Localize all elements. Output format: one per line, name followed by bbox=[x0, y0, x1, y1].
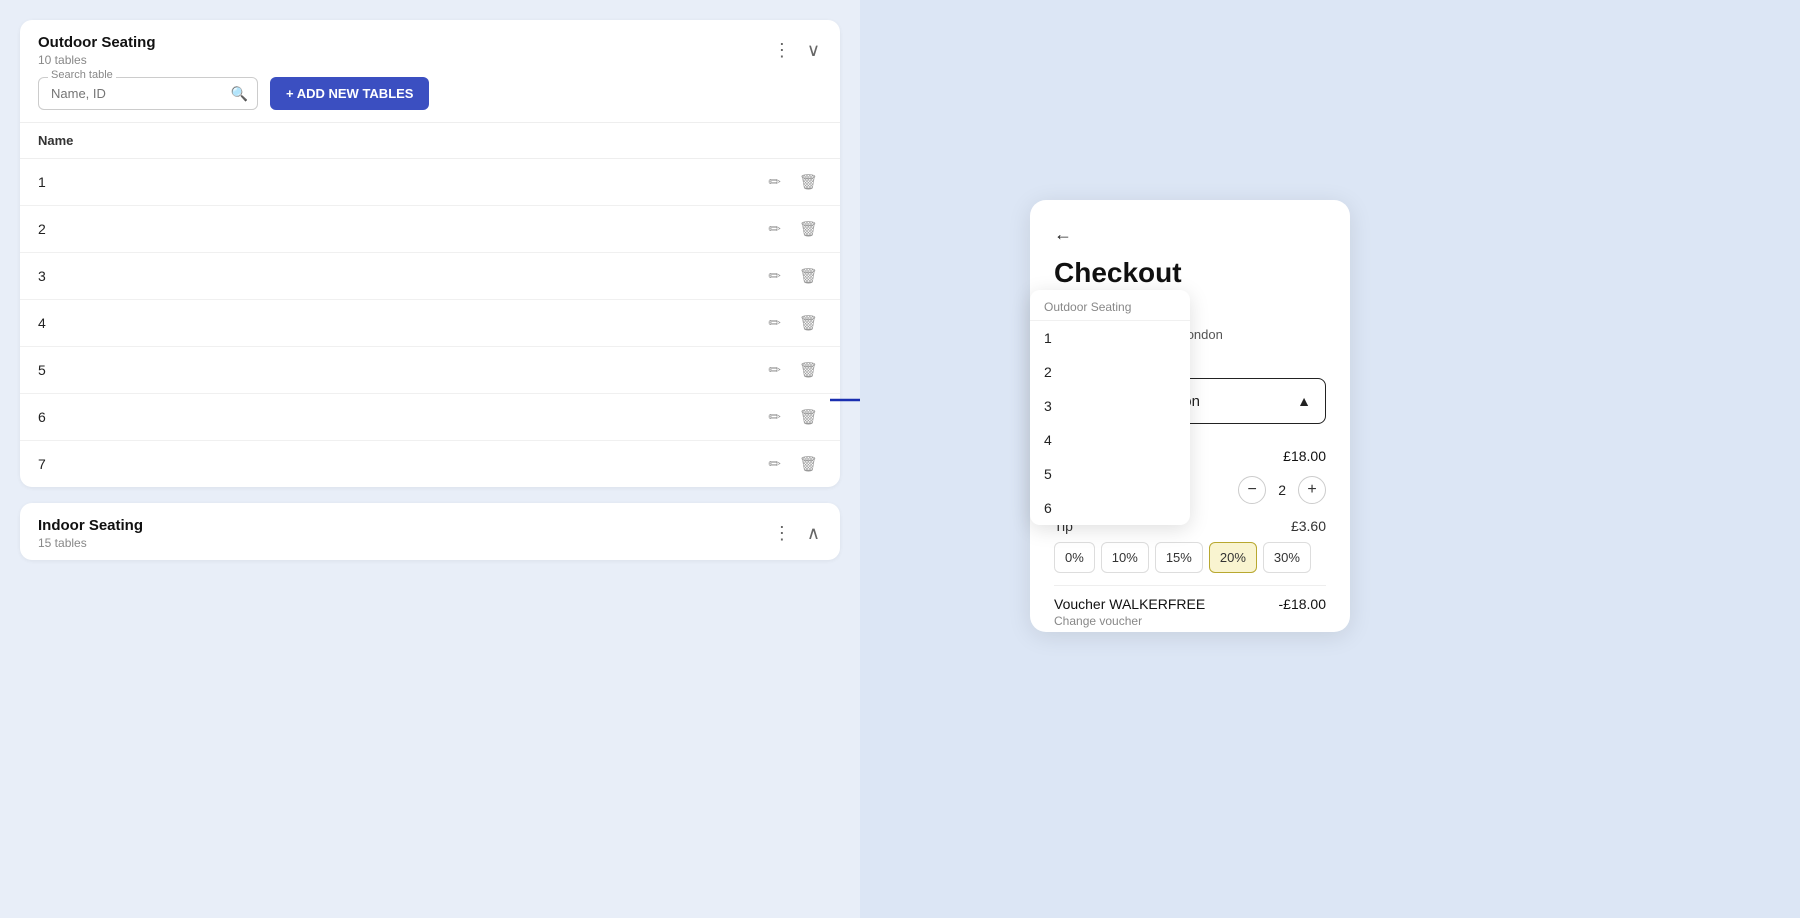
left-panel: Outdoor Seating 10 tables ⋮ ∨ Search tab… bbox=[0, 0, 860, 918]
delete-table-button[interactable]: 🗑 bbox=[795, 453, 822, 475]
tip-option-button[interactable]: 15% bbox=[1155, 542, 1203, 573]
search-wrapper: Search table 🔍 bbox=[38, 77, 258, 110]
table-row: 5 ✏ 🗑 bbox=[20, 347, 840, 394]
outdoor-section-actions: ⋮ ∨ bbox=[771, 38, 822, 63]
edit-table-button[interactable]: ✏ bbox=[764, 265, 785, 287]
tip-option-button[interactable]: 10% bbox=[1101, 542, 1149, 573]
outdoor-section-title: Outdoor Seating bbox=[38, 34, 156, 51]
delete-table-button[interactable]: 🗑 bbox=[795, 265, 822, 287]
dropdown-list: Outdoor Seating123456 bbox=[1030, 290, 1190, 525]
table-row-name: 6 bbox=[38, 409, 46, 425]
row-actions: ✏ 🗑 bbox=[764, 453, 822, 475]
voucher-amount: -£18.00 bbox=[1279, 596, 1326, 612]
tip-option-button[interactable]: 20% bbox=[1209, 542, 1257, 573]
tip-buttons: 0%10%15%20%30% bbox=[1054, 542, 1326, 585]
table-row-name: 1 bbox=[38, 174, 46, 190]
voucher-info: Voucher WALKERFREE Change voucher bbox=[1054, 596, 1205, 628]
outdoor-title-group: Outdoor Seating 10 tables bbox=[38, 34, 156, 67]
indoor-section-subtitle: 15 tables bbox=[38, 536, 143, 550]
table-body: 1 ✏ 🗑 2 ✏ 🗑 3 ✏ 🗑 4 ✏ 🗑 5 bbox=[20, 159, 840, 487]
delete-table-button[interactable]: 🗑 bbox=[795, 359, 822, 381]
back-button[interactable]: ← bbox=[1054, 224, 1072, 245]
indoor-section-actions: ⋮ ∧ bbox=[771, 521, 822, 546]
voucher-name: Voucher WALKERFREE bbox=[1054, 596, 1205, 612]
dropdown-item[interactable]: 4 bbox=[1030, 423, 1190, 457]
table-row-name: 5 bbox=[38, 362, 46, 378]
select-chevron-icon: ▲ bbox=[1297, 393, 1311, 409]
outdoor-section-header: Outdoor Seating 10 tables ⋮ ∨ bbox=[20, 20, 840, 77]
quantity-minus-button[interactable]: − bbox=[1238, 476, 1266, 504]
dropdown-item[interactable]: 3 bbox=[1030, 389, 1190, 423]
tip-value: £3.60 bbox=[1291, 518, 1326, 534]
outdoor-collapse-button[interactable]: ∨ bbox=[805, 38, 822, 63]
edit-table-button[interactable]: ✏ bbox=[764, 218, 785, 240]
table-row-name: 3 bbox=[38, 268, 46, 284]
delete-table-button[interactable]: 🗑 bbox=[795, 312, 822, 334]
indoor-seating-card: Indoor Seating 15 tables ⋮ ∧ bbox=[20, 503, 840, 560]
checkout-title: Checkout bbox=[1054, 257, 1326, 289]
dropdown-item[interactable]: 6 bbox=[1030, 491, 1190, 525]
table-row: 2 ✏ 🗑 bbox=[20, 206, 840, 253]
table-row: 7 ✏ 🗑 bbox=[20, 441, 840, 487]
search-area: Search table 🔍 + ADD NEW TABLES bbox=[20, 77, 840, 122]
table-row-name: 7 bbox=[38, 456, 46, 472]
search-input[interactable] bbox=[38, 77, 258, 110]
search-label: Search table bbox=[48, 69, 116, 81]
table-column-header: Name bbox=[20, 123, 840, 159]
table-row: 4 ✏ 🗑 bbox=[20, 300, 840, 347]
outdoor-more-button[interactable]: ⋮ bbox=[771, 38, 793, 63]
table-row-name: 4 bbox=[38, 315, 46, 331]
voucher-row: Voucher WALKERFREE Change voucher -£18.0… bbox=[1054, 585, 1326, 632]
tip-option-button[interactable]: 30% bbox=[1263, 542, 1311, 573]
add-new-tables-button[interactable]: + ADD NEW TABLES bbox=[270, 77, 429, 110]
indoor-section-title: Indoor Seating bbox=[38, 517, 143, 534]
table-row: 3 ✏ 🗑 bbox=[20, 253, 840, 300]
search-icon: 🔍 bbox=[231, 85, 248, 102]
dropdown-item[interactable]: 5 bbox=[1030, 457, 1190, 491]
table-row-name: 2 bbox=[38, 221, 46, 237]
outdoor-table-list: Name 1 ✏ 🗑 2 ✏ 🗑 3 ✏ 🗑 4 ✏ bbox=[20, 122, 840, 487]
dropdown-item[interactable]: 2 bbox=[1030, 355, 1190, 389]
table-row: 6 ✏ 🗑 bbox=[20, 394, 840, 441]
delete-table-button[interactable]: 🗑 bbox=[795, 171, 822, 193]
edit-table-button[interactable]: ✏ bbox=[764, 312, 785, 334]
indoor-title-group: Indoor Seating 15 tables bbox=[38, 517, 143, 550]
edit-table-button[interactable]: ✏ bbox=[764, 171, 785, 193]
indoor-more-button[interactable]: ⋮ bbox=[771, 521, 793, 546]
row-actions: ✏ 🗑 bbox=[764, 171, 822, 193]
dropdown-item[interactable]: 1 bbox=[1030, 321, 1190, 355]
table-row: 1 ✏ 🗑 bbox=[20, 159, 840, 206]
row-actions: ✏ 🗑 bbox=[764, 218, 822, 240]
row-actions: ✏ 🗑 bbox=[764, 406, 822, 428]
edit-table-button[interactable]: ✏ bbox=[764, 453, 785, 475]
row-actions: ✏ 🗑 bbox=[764, 359, 822, 381]
row-actions: ✏ 🗑 bbox=[764, 312, 822, 334]
indoor-section-header: Indoor Seating 15 tables ⋮ ∧ bbox=[20, 503, 840, 560]
indoor-collapse-button[interactable]: ∧ bbox=[805, 521, 822, 546]
edit-table-button[interactable]: ✏ bbox=[764, 359, 785, 381]
item-price: £18.00 bbox=[1283, 448, 1326, 464]
delete-table-button[interactable]: 🗑 bbox=[795, 218, 822, 240]
quantity-plus-button[interactable]: + bbox=[1298, 476, 1326, 504]
delete-table-button[interactable]: 🗑 bbox=[795, 406, 822, 428]
tip-option-button[interactable]: 0% bbox=[1054, 542, 1095, 573]
change-voucher-button[interactable]: Change voucher bbox=[1054, 614, 1205, 628]
row-actions: ✏ 🗑 bbox=[764, 265, 822, 287]
outdoor-seating-card: Outdoor Seating 10 tables ⋮ ∨ Search tab… bbox=[20, 20, 840, 487]
edit-table-button[interactable]: ✏ bbox=[764, 406, 785, 428]
outdoor-section-subtitle: 10 tables bbox=[38, 53, 156, 67]
dropdown-section-header: Outdoor Seating bbox=[1030, 290, 1190, 321]
quantity-value: 2 bbox=[1278, 482, 1286, 498]
